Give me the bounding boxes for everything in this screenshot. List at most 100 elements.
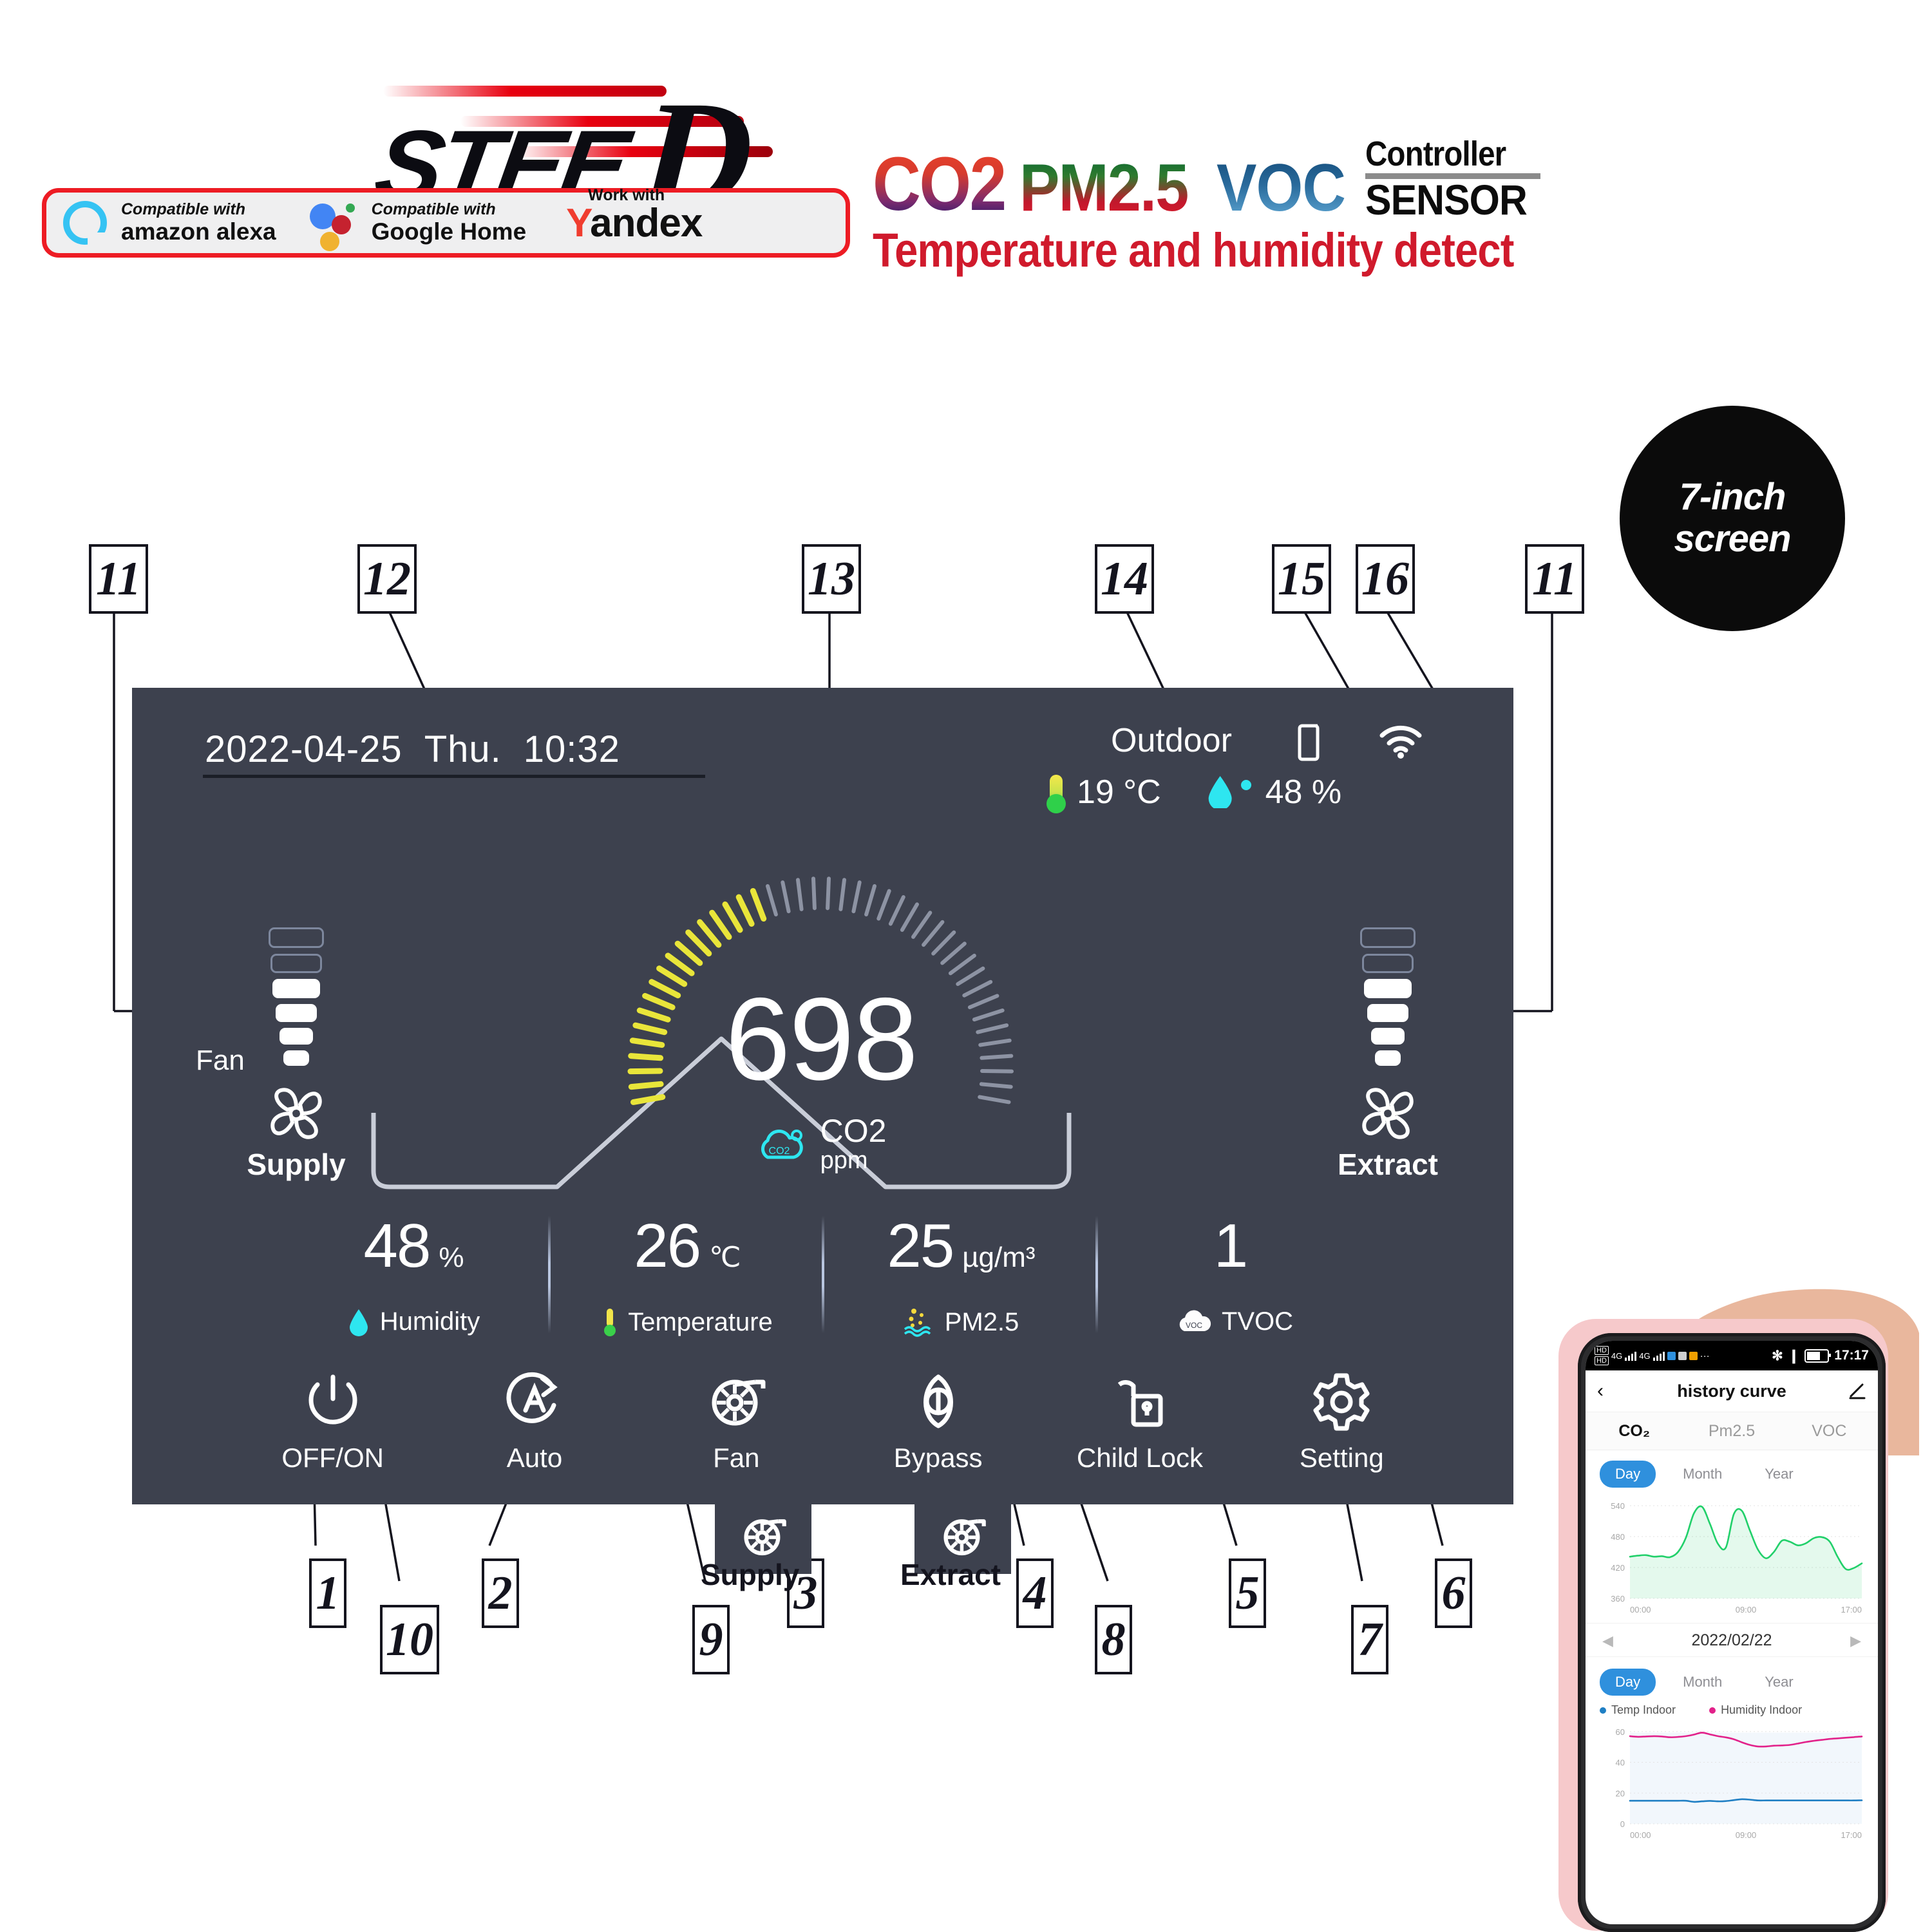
fan-icon (1362, 1088, 1414, 1139)
fan-icon (270, 1088, 322, 1139)
compat-alexa-line1: Compatible with (121, 200, 246, 219)
range-year-bottom[interactable]: Year (1749, 1669, 1808, 1696)
svg-text:00:00: 00:00 (1630, 1605, 1651, 1615)
svg-text:420: 420 (1611, 1563, 1625, 1573)
phone-clock: 17:17 (1834, 1348, 1869, 1363)
signal-bars-icon-2 (1653, 1350, 1665, 1361)
pencil-icon[interactable] (1848, 1382, 1866, 1400)
logo-streak-1 (383, 86, 667, 97)
callout-8: 8 (1095, 1605, 1132, 1674)
button-bypass[interactable]: Bypass (837, 1365, 1039, 1488)
button-setting[interactable]: Setting (1241, 1365, 1443, 1488)
legend-humidity-indoor: Humidity Indoor (1709, 1703, 1802, 1717)
tab-stub-extract-label: Extract (900, 1558, 1001, 1591)
reading-temperature: 26 ℃ Temperature (551, 1211, 824, 1378)
auto-icon (506, 1372, 558, 1423)
compat-yandex-line1: Work with (588, 185, 665, 204)
fan-extract-caption: Extract (1338, 1148, 1438, 1181)
bypass-icon (923, 1374, 953, 1428)
fan-extract-column: Extract (1304, 927, 1472, 1182)
callout-10: 10 (380, 1605, 439, 1674)
outdoor-temp-value: 19 °C (1077, 773, 1161, 811)
tvoc-label: TVOC (1221, 1307, 1294, 1336)
temperature-unit: ℃ (709, 1242, 741, 1273)
droplet-icon (1208, 776, 1233, 808)
svg-text:20: 20 (1616, 1788, 1625, 1798)
blower-icon (712, 1379, 766, 1426)
network-type-2: 4G (1639, 1350, 1651, 1361)
svg-text:VOC: VOC (1186, 1321, 1202, 1330)
phone-sensor-tabs: CO₂ Pm2.5 VOC (1586, 1412, 1878, 1450)
fan-extract-level-bars[interactable] (1304, 927, 1472, 1079)
range-month-top[interactable]: Month (1667, 1461, 1738, 1488)
button-child-lock[interactable]: Child Lock (1039, 1365, 1240, 1488)
callout-13: 13 (802, 544, 861, 614)
svg-text:540: 540 (1611, 1501, 1625, 1511)
humidity-value: 48 (363, 1211, 431, 1280)
button-auto-label: Auto (506, 1443, 563, 1473)
screen-size-badge: 7-inch screen (1620, 406, 1845, 631)
tab-voc[interactable]: VOC (1781, 1422, 1878, 1441)
tab-stub-supply-label: Supply (701, 1558, 800, 1591)
date-prev-button[interactable]: ◀ (1602, 1633, 1613, 1649)
chart-temp-humidity: 0 20 40 60 00:00 09:00 17:00 (1591, 1719, 1873, 1848)
co2-cloud-icon: CO2 (761, 1130, 803, 1159)
chevron-left-icon[interactable]: ‹ (1597, 1380, 1604, 1402)
callout-5: 5 (1229, 1558, 1266, 1628)
tablet-icon[interactable] (1294, 723, 1323, 762)
network-type-1: 4G (1611, 1350, 1623, 1361)
svg-text:60: 60 (1616, 1727, 1625, 1737)
vibrate-icon: ❙ (1788, 1348, 1800, 1363)
bluetooth-icon: ✻ (1772, 1348, 1783, 1363)
compat-google-line2: Google Home (371, 218, 527, 245)
compat-google-home: Compatible with Google Home (293, 200, 544, 251)
gauge-label-text: CO2 (820, 1113, 887, 1149)
callout-11-right: 11 (1525, 544, 1584, 614)
range-segment-bottom: Day Month Year (1586, 1656, 1878, 1700)
button-child-lock-label: Child Lock (1076, 1443, 1204, 1473)
svg-text:40: 40 (1616, 1758, 1625, 1768)
svg-text:17:00: 17:00 (1841, 1830, 1862, 1840)
screen-datetime-underline (203, 775, 705, 778)
button-off-on[interactable]: OFF/ON (232, 1365, 433, 1488)
pm25-label: PM2.5 (944, 1307, 1019, 1336)
battery-icon (1804, 1349, 1832, 1363)
reading-humidity: 48% Humidity (277, 1211, 551, 1378)
badge-line1: 7-inch (1679, 476, 1786, 518)
phone-nav-bar: ‹ history curve (1586, 1370, 1878, 1412)
brand-logo: STEE D (357, 48, 821, 240)
chart-legend: Temp Indoor Humidity Indoor (1586, 1700, 1878, 1717)
humidity-label: Humidity (379, 1307, 480, 1336)
headline-controller: Controller (1365, 135, 1506, 173)
phone-page-title: history curve (1677, 1381, 1786, 1401)
date-next-button[interactable]: ▶ (1850, 1633, 1861, 1649)
wifi-icon[interactable] (1378, 724, 1423, 759)
tab-co2[interactable]: CO₂ (1586, 1422, 1683, 1441)
particles-icon (904, 1309, 931, 1337)
phone-mockup: HD HD 4G 4G ··· ✻ ❙ 17:17 ‹ history curv… (1546, 1243, 1932, 1932)
tab-pm25[interactable]: Pm2.5 (1683, 1422, 1780, 1441)
range-year-top[interactable]: Year (1749, 1461, 1808, 1488)
button-fan[interactable]: Fan (636, 1365, 837, 1488)
range-day-top[interactable]: Day (1600, 1461, 1656, 1488)
yandex-icon: Yandex (566, 200, 703, 245)
hd-badge-2: HD (1595, 1356, 1609, 1366)
range-day-bottom[interactable]: Day (1600, 1669, 1656, 1696)
pm25-value: 25 (887, 1211, 954, 1280)
gear-icon (1313, 1373, 1370, 1431)
range-month-bottom[interactable]: Month (1667, 1669, 1738, 1696)
pm25-unit: µg/m³ (962, 1242, 1036, 1273)
alexa-ring-icon (63, 201, 107, 245)
signal-bars-icon-1 (1625, 1350, 1637, 1361)
button-auto[interactable]: Auto (433, 1365, 635, 1488)
chart-co2: 360 420 480 540 00:00 09:00 17:00 (1591, 1494, 1873, 1623)
screen-date: 2022-04-25 (205, 728, 402, 770)
gauge-unit-text: ppm (820, 1146, 868, 1174)
app-icon-orange (1689, 1351, 1698, 1360)
reading-tvoc: 1 VOC TVOC (1098, 1211, 1372, 1378)
headline-subtitle: Temperature and humidity detect (873, 223, 1514, 278)
hd-badge-1: HD (1595, 1345, 1609, 1355)
svg-text:0: 0 (1620, 1819, 1625, 1829)
gauge-value: 698 (725, 973, 918, 1104)
tvoc-value: 1 (1213, 1211, 1248, 1280)
